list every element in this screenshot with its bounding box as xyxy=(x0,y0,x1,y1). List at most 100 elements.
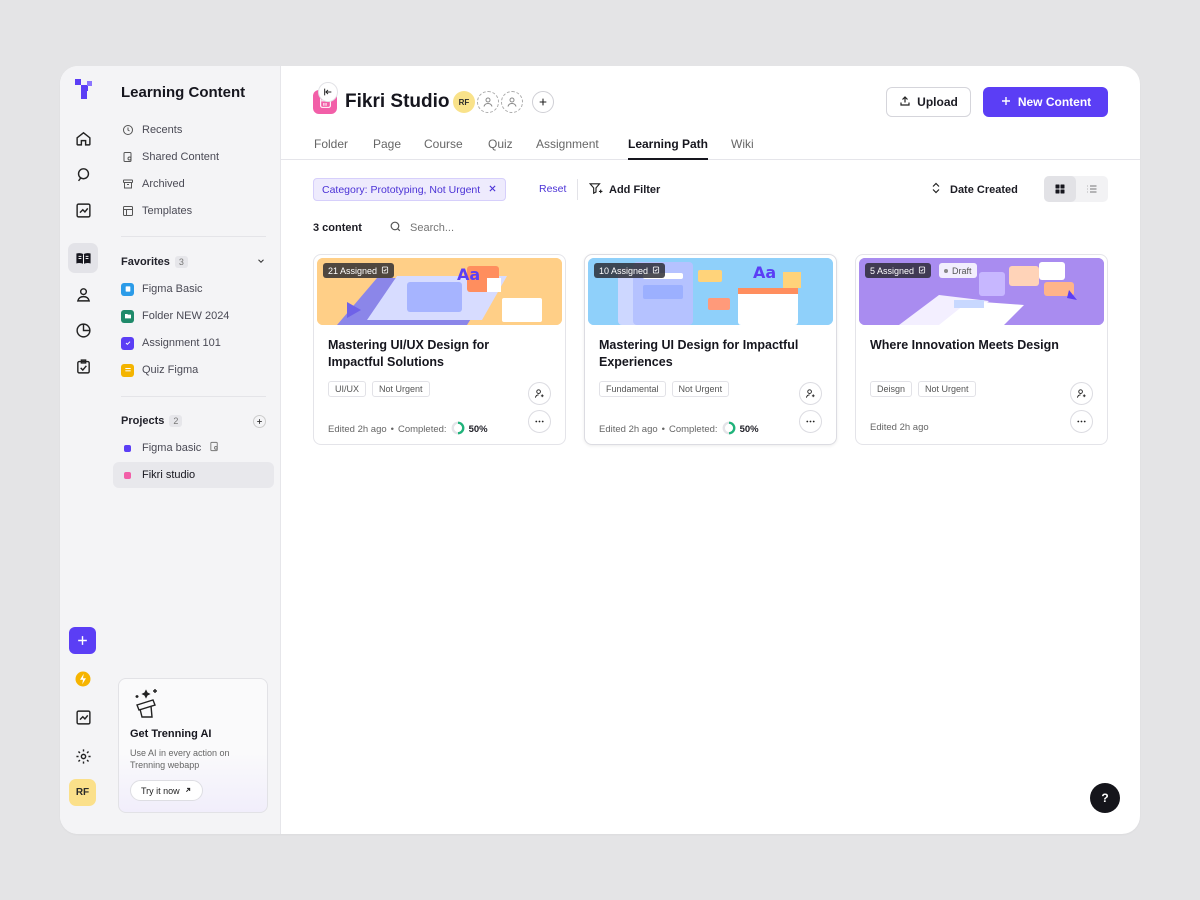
home-icon[interactable] xyxy=(68,123,98,153)
clock-icon xyxy=(121,124,134,137)
help-button[interactable]: ? xyxy=(1090,783,1120,813)
member-avatars[interactable]: RF xyxy=(453,91,523,113)
task-check-icon[interactable] xyxy=(68,351,98,381)
user-icon[interactable] xyxy=(68,279,98,309)
project-item-fikri-studio[interactable]: Fikri studio xyxy=(121,464,195,486)
tag: Not Urgent xyxy=(671,381,730,397)
tab-folder[interactable]: Folder xyxy=(314,137,348,160)
category-filter-chip[interactable]: Category: Prototyping, Not Urgent xyxy=(313,178,507,201)
ai-card-title: Get Trenning AI xyxy=(130,728,212,740)
card-thumbnail: Aa 10 Assigned xyxy=(588,258,833,325)
pie-chart-icon[interactable] xyxy=(68,315,98,345)
empty-member-icon[interactable] xyxy=(477,91,499,113)
arrow-up-right-icon xyxy=(184,786,192,796)
sidebar-item-label: Recents xyxy=(142,124,183,136)
analytics-icon[interactable] xyxy=(68,195,98,225)
add-icon[interactable] xyxy=(69,627,96,654)
card-meta: Edited 2h ago • Completed: 50% xyxy=(328,421,488,438)
app-logo-icon[interactable] xyxy=(72,77,94,106)
activity-icon[interactable] xyxy=(68,702,98,732)
content-type-tabs: Folder Page Course Quiz Assignment Learn… xyxy=(281,134,1140,160)
add-project-icon[interactable] xyxy=(253,414,266,428)
add-filter-label: Add Filter xyxy=(609,184,661,196)
add-member-icon[interactable] xyxy=(532,91,554,113)
completed-label: Completed: xyxy=(668,424,718,435)
reset-filters-link[interactable]: Reset xyxy=(539,183,566,195)
new-content-button[interactable]: New Content xyxy=(983,87,1108,117)
chat-search-icon[interactable] xyxy=(68,159,98,189)
learning-content-icon[interactable] xyxy=(68,243,98,273)
svg-text:Aa: Aa xyxy=(753,263,776,282)
search-input[interactable] xyxy=(410,222,570,234)
assigned-count: 10 Assigned xyxy=(599,265,649,276)
divider xyxy=(121,236,266,237)
tab-quiz[interactable]: Quiz xyxy=(488,137,513,160)
projects-header[interactable]: Projects 2 xyxy=(121,412,266,430)
sort-dropdown[interactable]: Date Created xyxy=(931,182,1018,197)
workspace-name: Fikri Studio xyxy=(345,91,450,112)
sidebar-item-templates[interactable]: Templates xyxy=(121,200,192,222)
remove-filter-icon[interactable] xyxy=(488,184,497,196)
filter-plus-icon xyxy=(588,182,603,198)
grid-view-icon[interactable] xyxy=(1044,176,1076,202)
sidebar-item-shared-content[interactable]: Shared Content xyxy=(121,146,219,168)
empty-member-icon[interactable] xyxy=(501,91,523,113)
more-options-icon[interactable] xyxy=(1070,410,1093,433)
card-tags: UI/UX Not Urgent xyxy=(328,381,430,397)
sidebar-title: Learning Content xyxy=(121,84,246,101)
completed-label: Completed: xyxy=(397,424,447,435)
try-it-now-button[interactable]: Try it now xyxy=(130,780,203,801)
upload-button[interactable]: Upload xyxy=(886,87,971,117)
divider xyxy=(121,396,266,397)
user-avatar[interactable]: RF xyxy=(69,779,96,806)
favorite-label: Assignment 101 xyxy=(142,337,221,349)
add-filter-button[interactable]: Add Filter xyxy=(588,182,661,198)
project-item-figma-basic[interactable]: Figma basic xyxy=(121,437,220,459)
ai-promo-card: Get Trenning AI Use AI in every action o… xyxy=(118,678,268,813)
assignment-icon xyxy=(121,336,134,350)
tab-assignment[interactable]: Assignment xyxy=(536,137,599,160)
settings-gear-icon[interactable] xyxy=(68,741,98,771)
tab-page[interactable]: Page xyxy=(373,137,401,160)
content-card[interactable]: 5 Assigned Draft Where Innovation Meets … xyxy=(855,254,1108,445)
list-view-icon[interactable] xyxy=(1076,176,1108,202)
chevron-down-icon[interactable] xyxy=(256,256,266,269)
favorite-item-figma-basic[interactable]: Figma Basic xyxy=(121,278,203,300)
card-title: Mastering UI Design for Impactful Experi… xyxy=(599,338,799,369)
sidebar-item-archived[interactable]: Archived xyxy=(121,173,185,195)
content-search[interactable] xyxy=(389,220,570,236)
favorite-item-assignment-101[interactable]: Assignment 101 xyxy=(121,332,221,354)
sort-icon xyxy=(931,182,941,197)
archive-icon xyxy=(121,178,134,191)
edited-time: Edited 2h ago xyxy=(870,422,929,433)
sidebar: Learning Content Recents Shared Content … xyxy=(106,66,338,834)
assigned-count: 5 Assigned xyxy=(870,265,915,276)
collapse-sidebar-icon[interactable] xyxy=(318,82,338,102)
member-avatar[interactable]: RF xyxy=(453,91,475,113)
assign-user-icon[interactable] xyxy=(1070,382,1093,405)
content-count: 3 content xyxy=(313,222,362,234)
sidebar-item-recents[interactable]: Recents xyxy=(121,119,182,141)
assign-user-icon[interactable] xyxy=(799,382,822,405)
tab-course[interactable]: Course xyxy=(424,137,463,160)
more-options-icon[interactable] xyxy=(528,410,551,433)
more-options-icon[interactable] xyxy=(799,410,822,433)
assign-user-icon[interactable] xyxy=(528,382,551,405)
lightning-icon[interactable] xyxy=(68,664,98,694)
shared-icon xyxy=(121,151,134,164)
favorite-item-quiz-figma[interactable]: Quiz Figma xyxy=(121,359,198,381)
favorites-header[interactable]: Favorites 3 xyxy=(121,253,266,271)
search-icon xyxy=(389,220,402,236)
card-title: Where Innovation Meets Design xyxy=(870,338,1059,352)
favorite-item-folder-new-2024[interactable]: Folder NEW 2024 xyxy=(121,305,229,327)
tab-wiki[interactable]: Wiki xyxy=(731,137,754,160)
assigned-badge: 10 Assigned xyxy=(594,263,666,278)
content-card[interactable]: Aa 10 Assigned Mastering UI Design for I… xyxy=(584,254,837,445)
draft-dot xyxy=(944,268,948,273)
tab-learning-path[interactable]: Learning Path xyxy=(628,137,709,160)
assigned-icon xyxy=(381,266,389,276)
content-card[interactable]: Aa 21 Assigned Mastering UI/UX Design fo… xyxy=(313,254,566,445)
card-tags: Fundamental Not Urgent xyxy=(599,381,730,397)
template-icon xyxy=(121,205,134,218)
card-thumbnail: Aa 21 Assigned xyxy=(317,258,562,325)
